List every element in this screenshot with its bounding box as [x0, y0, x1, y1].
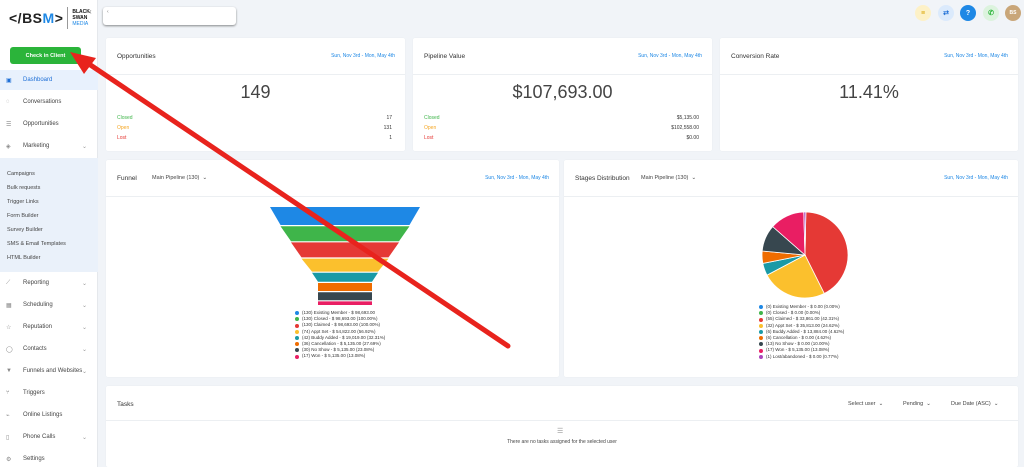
- annotation-arrow: [70, 52, 511, 349]
